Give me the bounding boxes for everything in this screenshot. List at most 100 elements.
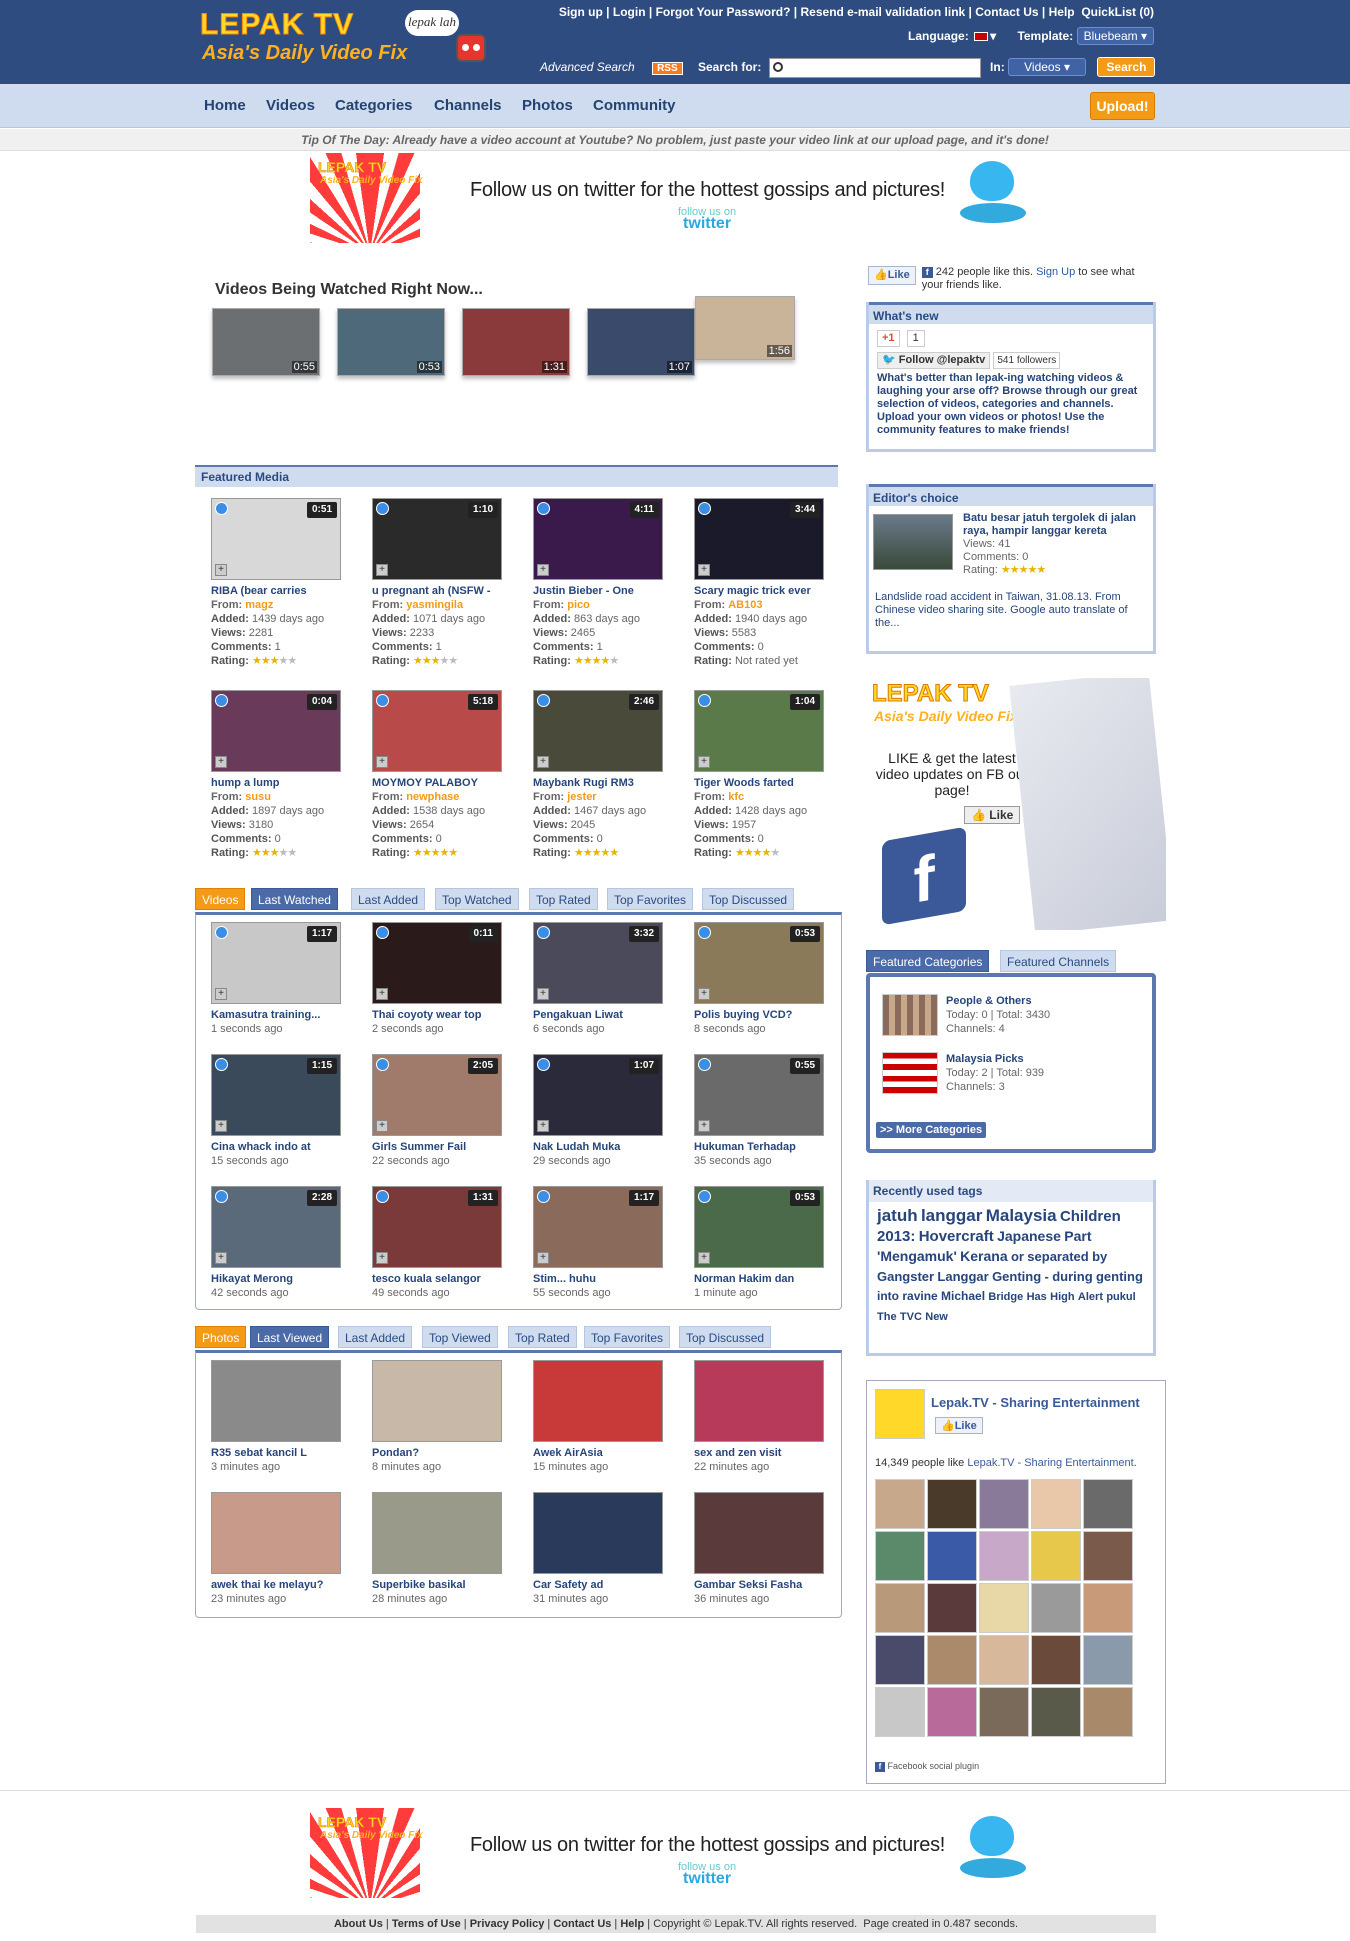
- editors-choice-title-link[interactable]: Batu besar jatuh tergolek di jalan raya,…: [963, 512, 1147, 538]
- fb-likebox-link[interactable]: Lepak.TV - Sharing Entertainment: [967, 1457, 1133, 1469]
- photo-thumbnail[interactable]: [211, 1360, 341, 1442]
- photo-thumbnail[interactable]: [372, 1360, 502, 1442]
- footer-terms[interactable]: Terms of Use: [392, 1918, 461, 1930]
- fan-avatar[interactable]: [927, 1687, 977, 1737]
- fan-avatar[interactable]: [1083, 1687, 1133, 1737]
- photo-title-link[interactable]: Gambar Seksi Fasha: [694, 1578, 834, 1592]
- tag-link[interactable]: Kerana: [960, 1248, 1007, 1264]
- tag-link[interactable]: langgar: [921, 1206, 982, 1225]
- tab-top-discussed[interactable]: Top Discussed: [702, 888, 795, 910]
- tag-link[interactable]: or: [1011, 1249, 1024, 1264]
- fan-avatar[interactable]: [1031, 1479, 1081, 1529]
- tab-featured-channels[interactable]: Featured Channels: [1000, 950, 1117, 972]
- upload-button[interactable]: Upload!: [1090, 92, 1155, 120]
- video-title-link[interactable]: Tiger Woods farted: [694, 776, 834, 790]
- forgot-password-link[interactable]: Forgot Your Password?: [656, 5, 791, 19]
- fan-avatar[interactable]: [979, 1635, 1029, 1685]
- tab-last-added[interactable]: Last Added: [338, 1326, 413, 1348]
- tag-link[interactable]: Michael: [941, 1289, 985, 1303]
- nav-channels[interactable]: Channels: [434, 97, 502, 114]
- tab-featured-categories[interactable]: Featured Categories: [866, 950, 990, 972]
- uploader-link[interactable]: susu: [245, 791, 271, 803]
- video-title-link[interactable]: Cina whack indo at: [211, 1140, 351, 1154]
- fan-avatar[interactable]: [927, 1583, 977, 1633]
- language-select[interactable]: ▾: [972, 29, 996, 43]
- more-categories-button[interactable]: >> More Categories: [876, 1122, 987, 1138]
- video-title-link[interactable]: Hukuman Terhadap: [694, 1140, 834, 1154]
- add-to-quicklist-icon[interactable]: +: [215, 1252, 227, 1264]
- fan-avatar[interactable]: [1031, 1635, 1081, 1685]
- photo-thumbnail[interactable]: [533, 1492, 663, 1574]
- video-title-link[interactable]: hump a lump: [211, 776, 351, 790]
- video-title-link[interactable]: RIBA (bear carries: [211, 584, 351, 598]
- video-title-link[interactable]: Scary magic trick ever: [694, 584, 834, 598]
- photo-thumbnail[interactable]: [533, 1360, 663, 1442]
- add-to-quicklist-icon[interactable]: +: [215, 564, 227, 576]
- fb-likebox-like-button[interactable]: 👍Like: [935, 1417, 983, 1434]
- video-thumbnail[interactable]: +0:11: [372, 922, 502, 1004]
- video-thumbnail[interactable]: +1:10: [372, 498, 502, 580]
- search-scope-select[interactable]: Videos ▾: [1008, 58, 1087, 76]
- template-select[interactable]: Bluebeam ▾: [1076, 27, 1154, 45]
- signup-link[interactable]: Sign up: [559, 5, 603, 19]
- fan-avatar[interactable]: [1083, 1531, 1133, 1581]
- nav-home[interactable]: Home: [204, 97, 246, 114]
- video-title-link[interactable]: Norman Hakim dan: [694, 1272, 834, 1286]
- video-title-link[interactable]: Kamasutra training...: [211, 1008, 351, 1022]
- watching-thumb[interactable]: 1:31: [462, 308, 570, 376]
- tag-link[interactable]: -: [1045, 1269, 1049, 1284]
- tag-link[interactable]: jatuh: [877, 1206, 918, 1225]
- uploader-link[interactable]: AB103: [728, 599, 762, 611]
- photo-thumbnail[interactable]: [372, 1492, 502, 1574]
- uploader-link[interactable]: newphase: [406, 791, 459, 803]
- search-input-box[interactable]: [768, 57, 981, 78]
- photo-title-link[interactable]: Superbike basikal: [372, 1578, 512, 1592]
- tab-top-favorites[interactable]: Top Favorites: [584, 1326, 671, 1348]
- tab-last-watched[interactable]: Last Watched: [251, 888, 338, 910]
- video-thumbnail[interactable]: +0:53: [694, 1186, 824, 1268]
- video-title-link[interactable]: Pengakuan Liwat: [533, 1008, 673, 1022]
- fan-avatar[interactable]: [1083, 1583, 1133, 1633]
- tag-link[interactable]: Japanese: [997, 1228, 1061, 1244]
- video-thumbnail[interactable]: +1:17: [533, 1186, 663, 1268]
- add-to-quicklist-icon[interactable]: +: [376, 756, 388, 768]
- tag-link[interactable]: during: [1052, 1269, 1092, 1284]
- tag-link[interactable]: pukul: [1106, 1291, 1135, 1303]
- fb-likebox-title[interactable]: Lepak.TV - Sharing Entertainment: [931, 1395, 1140, 1410]
- fan-avatar[interactable]: [927, 1531, 977, 1581]
- fan-avatar[interactable]: [875, 1687, 925, 1737]
- rss-icon[interactable]: RSS: [652, 62, 683, 75]
- video-thumbnail[interactable]: +0:55: [694, 1054, 824, 1136]
- photo-title-link[interactable]: awek thai ke melayu?: [211, 1578, 351, 1592]
- video-thumbnail[interactable]: +0:53: [694, 922, 824, 1004]
- tag-link[interactable]: by: [1092, 1249, 1107, 1264]
- video-title-link[interactable]: Polis buying VCD?: [694, 1008, 834, 1022]
- add-to-quicklist-icon[interactable]: +: [537, 1120, 549, 1132]
- twitter-banner-top[interactable]: LEPAK TV Asia's Daily Video Fix Follow u…: [310, 153, 1038, 243]
- search-button[interactable]: Search: [1097, 57, 1156, 77]
- video-title-link[interactable]: Thai coyoty wear top: [372, 1008, 512, 1022]
- footer-help[interactable]: Help: [620, 1918, 644, 1930]
- tab-top-discussed[interactable]: Top Discussed: [679, 1326, 772, 1348]
- uploader-link[interactable]: kfc: [728, 791, 744, 803]
- nav-categories[interactable]: Categories: [335, 97, 413, 114]
- video-thumbnail[interactable]: +3:44: [694, 498, 824, 580]
- photo-title-link[interactable]: Car Safety ad: [533, 1578, 673, 1592]
- add-to-quicklist-icon[interactable]: +: [698, 1120, 710, 1132]
- category-name-link[interactable]: Malaysia Picks: [946, 1052, 1132, 1066]
- video-thumbnail[interactable]: +2:46: [533, 690, 663, 772]
- search-input[interactable]: [785, 58, 966, 77]
- uploader-link[interactable]: magz: [245, 599, 273, 611]
- tag-link[interactable]: Hovercraft: [919, 1228, 994, 1245]
- fb-page-ad[interactable]: LEPAK TV Asia's Daily Video Fix LIKE & g…: [866, 678, 1166, 930]
- tag-link[interactable]: Part: [1064, 1228, 1091, 1244]
- uploader-link[interactable]: pico: [567, 599, 590, 611]
- tag-link[interactable]: Genting: [992, 1269, 1041, 1284]
- photo-title-link[interactable]: R35 sebat kancil L: [211, 1446, 351, 1460]
- help-link[interactable]: Help: [1049, 5, 1075, 19]
- add-to-quicklist-icon[interactable]: +: [376, 988, 388, 1000]
- add-to-quicklist-icon[interactable]: +: [537, 988, 549, 1000]
- resend-validation-link[interactable]: Resend e-mail validation link: [801, 5, 966, 19]
- fan-avatar[interactable]: [1031, 1531, 1081, 1581]
- add-to-quicklist-icon[interactable]: +: [698, 564, 710, 576]
